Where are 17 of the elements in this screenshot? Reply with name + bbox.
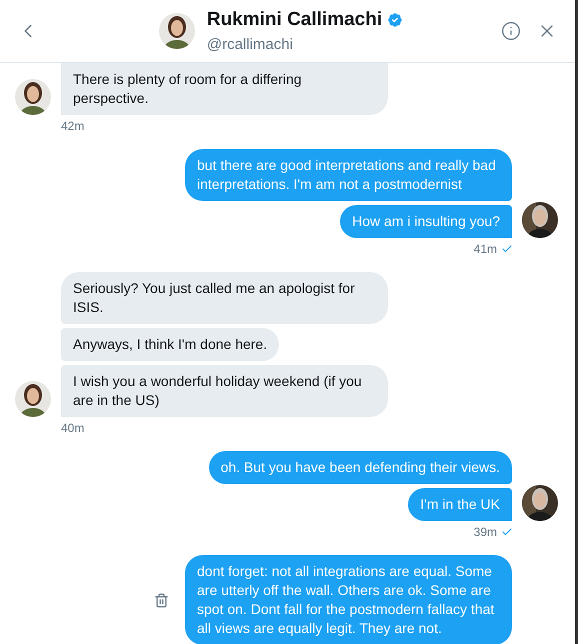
message-bubble: I'm in the UK — [408, 488, 512, 521]
message-time: 42m — [61, 119, 84, 133]
message-time: 40m — [61, 421, 84, 435]
message-bubble: Seriously? You just called me an apologist for ISIS. — [61, 272, 388, 324]
message-bubble: I wish you a wonderful holiday weekend (if you are in the US) — [61, 365, 388, 417]
message-bubble: Anyways, I think I'm done here. — [61, 328, 280, 361]
contact-name: Rukmini Callimachi — [206, 8, 382, 32]
message-time: 41m — [474, 242, 497, 256]
message-bubble: but there are good interpretations and really bad interpretations. I'm am not a postmodernist — [185, 149, 512, 201]
delete-icon[interactable] — [154, 592, 169, 608]
message-bubble: dont forget: not all integrations are equal. Some are utterly off the wall. Others are ok. Some are spot on. Dont fall for the postmodern fallacy that all views are equally legit. They are not. — [185, 555, 512, 644]
message-time: 39m — [474, 525, 497, 539]
message-bubble: oh. But you have been defending their views. — [208, 451, 512, 484]
message-bubble: There is plenty of room for a differing perspective. — [61, 63, 388, 115]
message-bubble: How am i insulting you? — [340, 205, 512, 238]
contact-handle: @rcallimachi — [206, 35, 294, 55]
info-icon — [501, 21, 521, 41]
